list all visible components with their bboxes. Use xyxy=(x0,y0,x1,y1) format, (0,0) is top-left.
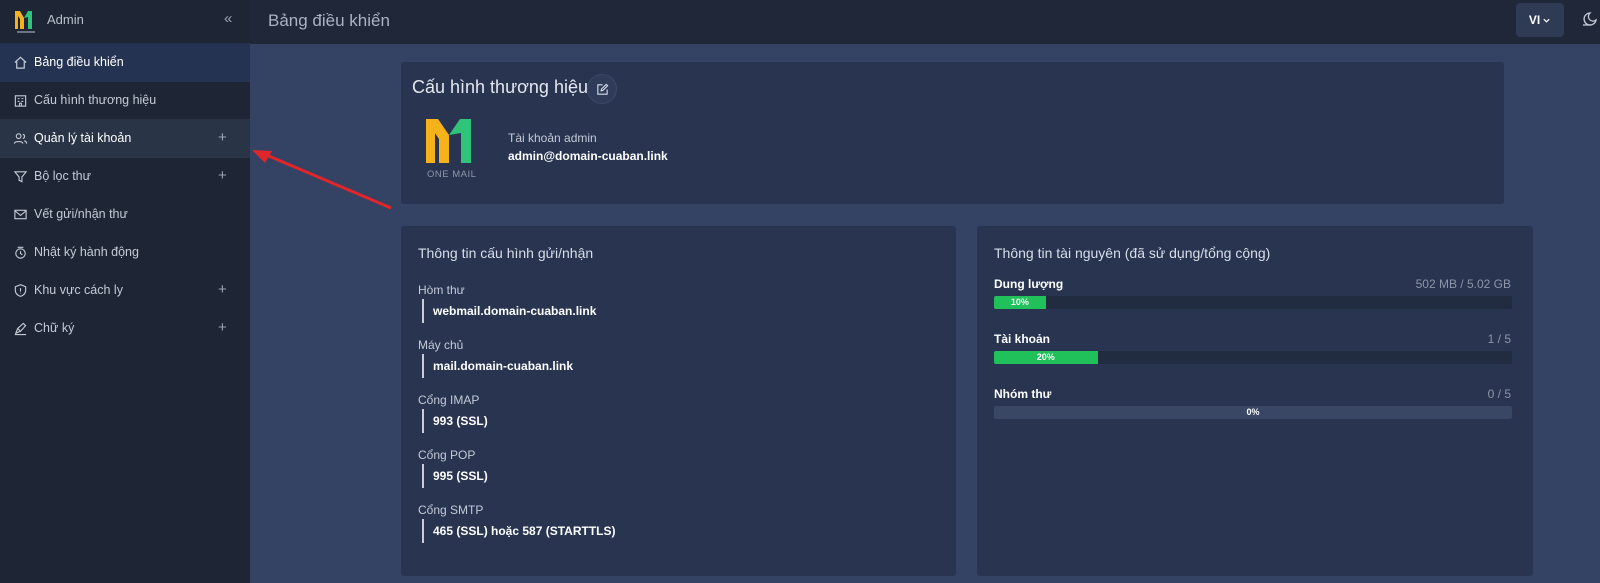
resource-info-card: Thông tin tài nguyên (đã sử dụng/tổng cộ… xyxy=(977,226,1533,576)
progress-text: 10% xyxy=(1010,297,1029,307)
activity-log-icon xyxy=(15,246,26,259)
admin-account-email: admin@domain-cuaban.link xyxy=(508,149,668,163)
sidebar-item-dashboard[interactable]: Bảng điều khiển xyxy=(0,43,250,82)
field-value: 995 (SSL) xyxy=(422,464,488,488)
card-title: Cấu hình thương hiệu xyxy=(412,77,588,97)
theme-toggle-icon[interactable] xyxy=(1580,11,1598,29)
expand-plus-icon[interactable]: + xyxy=(218,167,227,184)
sidebar-item-mail-filter[interactable]: Bộ lọc thư + xyxy=(0,157,250,196)
users-icon xyxy=(13,133,28,144)
filter-icon xyxy=(13,171,28,183)
sidebar-item-label: Khu vực cách ly xyxy=(34,283,123,297)
onemail-logo xyxy=(15,11,35,33)
sidebar-item-label: Chữ ký xyxy=(34,321,75,335)
progress-text: 0% xyxy=(1246,407,1260,417)
send-receive-config-card: Thông tin cấu hình gửi/nhận Hòm thư webm… xyxy=(401,226,956,576)
field-label: Cổng SMTP xyxy=(418,503,484,517)
progress-bar: 10% xyxy=(994,296,1512,309)
sidebar-item-action-log[interactable]: Nhật ký hành động xyxy=(0,233,250,272)
expand-plus-icon[interactable]: + xyxy=(218,319,227,336)
progress-text: 20% xyxy=(1036,352,1055,362)
sidebar-item-label: Bộ lọc thư xyxy=(34,169,92,183)
expand-plus-icon[interactable]: + xyxy=(218,129,227,146)
progress-bar: 0% xyxy=(994,406,1512,419)
card-title: Thông tin tài nguyên (đã sử dụng/tổng cộ… xyxy=(994,245,1271,261)
sidebar-item-mail-trace[interactable]: Vết gửi/nhận thư xyxy=(0,195,250,234)
home-icon xyxy=(14,56,27,69)
edit-icon xyxy=(596,83,608,95)
sidebar-item-label: Quản lý tài khoản xyxy=(34,131,132,145)
field-value: webmail.domain-cuaban.link xyxy=(422,299,596,323)
top-header: Bảng điều khiển VI xyxy=(250,0,1600,44)
onemail-large-logo xyxy=(426,119,471,163)
shield-icon xyxy=(14,284,27,298)
sidebar-item-quarantine[interactable]: Khu vực cách ly + xyxy=(0,271,250,310)
field-label: Máy chủ xyxy=(418,338,464,352)
signature-pen-icon xyxy=(14,322,27,336)
collapse-sidebar-icon[interactable]: « xyxy=(224,10,232,27)
expand-plus-icon[interactable]: + xyxy=(218,281,227,298)
field-value: mail.domain-cuaban.link xyxy=(422,354,573,378)
annotation-arrow xyxy=(252,150,392,210)
brand: Admin « xyxy=(0,0,250,42)
brand-name: Admin xyxy=(47,12,84,27)
building-icon xyxy=(14,95,27,107)
card-title: Thông tin cấu hình gửi/nhận xyxy=(418,245,594,261)
sidebar-item-label: Cấu hình thương hiệu xyxy=(34,93,157,107)
resource-label: Nhóm thư xyxy=(994,387,1052,401)
field-label: Hòm thư xyxy=(418,283,465,297)
sidebar-item-brand-config[interactable]: Cấu hình thương hiệu xyxy=(0,81,250,120)
sidebar-item-signature[interactable]: Chữ ký + xyxy=(0,309,250,348)
sidebar-item-label: Nhật ký hành động xyxy=(34,245,139,259)
field-value: 993 (SSL) xyxy=(422,409,488,433)
sidebar: Admin « Bảng điều khiển Cấu hình thương … xyxy=(0,0,250,583)
resource-value: 502 MB / 5.02 GB xyxy=(1415,277,1511,291)
resource-value: 0 / 5 xyxy=(1487,387,1511,401)
sidebar-item-account-management[interactable]: Quản lý tài khoản + xyxy=(0,119,250,158)
sidebar-item-label: Bảng điều khiển xyxy=(34,55,124,69)
edit-brand-button[interactable] xyxy=(587,74,617,104)
field-label: Cổng POP xyxy=(418,448,476,462)
sidebar-item-label: Vết gửi/nhận thư xyxy=(34,207,128,221)
progress-bar: 20% xyxy=(994,351,1512,364)
resource-value: 1 / 5 xyxy=(1487,332,1511,346)
brand-config-card: Cấu hình thương hiệu ONE MAIL Tài khoản … xyxy=(401,62,1504,204)
admin-account-label: Tài khoản admin xyxy=(508,131,597,145)
language-code: VI xyxy=(1528,13,1541,27)
resource-label: Dung lượng xyxy=(994,277,1064,291)
mail-icon xyxy=(14,209,27,220)
field-label: Cổng IMAP xyxy=(418,393,480,407)
logo-caption: ONE MAIL xyxy=(427,169,477,180)
resource-label: Tài khoản xyxy=(994,332,1051,346)
chevron-down-icon xyxy=(1543,18,1550,23)
page-title: Bảng điều khiển xyxy=(268,11,390,30)
language-selector[interactable]: VI xyxy=(1516,3,1564,37)
field-value: 465 (SSL) hoặc 587 (STARTTLS) xyxy=(422,519,615,543)
